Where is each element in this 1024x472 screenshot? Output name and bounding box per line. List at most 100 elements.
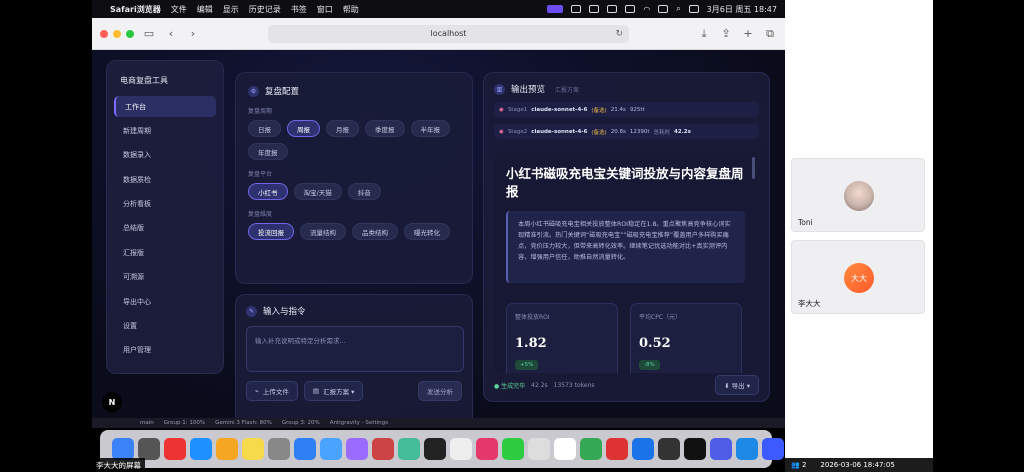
export-button[interactable]: ⬇ 导出 ▾ [715, 375, 759, 395]
stage2-tokens: 12390t [629, 128, 650, 135]
command-actions: ⌁ 上传文件 ▤ 汇报方案 ▾ 发送分析 [246, 381, 462, 401]
app-icon[interactable] [736, 438, 758, 460]
screen-share-icon[interactable] [547, 5, 564, 13]
status-item[interactable]: Gemini 3 Flash: 80% [215, 420, 272, 426]
sidebar-item-workspace[interactable]: 工作台 [114, 96, 216, 117]
chrome-icon[interactable] [580, 438, 602, 460]
app-icon[interactable] [554, 438, 576, 460]
battery-icon[interactable] [658, 5, 669, 13]
menu-bookmarks[interactable]: 书签 [291, 4, 307, 15]
app-icon[interactable] [138, 438, 160, 460]
send-analysis-button[interactable]: 发送分析 [418, 381, 462, 401]
menubar-clock[interactable]: 3月6日 周五 18:47 [707, 4, 777, 15]
sidebar-item-user-management[interactable]: 用户管理 [114, 340, 216, 361]
close-window-icon[interactable] [100, 29, 108, 38]
app-icon[interactable] [320, 438, 342, 460]
status-icon[interactable] [607, 5, 618, 13]
chip-dimension-exposure[interactable]: 曝光转化 [404, 223, 450, 240]
sidebar-item-dashboard[interactable]: 分析看板 [114, 194, 216, 215]
period-label: 复盘周期 [248, 108, 273, 115]
wifi-icon[interactable]: ◠ [643, 5, 650, 14]
app-icon[interactable] [762, 438, 784, 460]
menu-window[interactable]: 窗口 [317, 4, 333, 15]
wps-icon[interactable] [606, 438, 628, 460]
sidebar-toggle-icon[interactable]: ▭ [142, 27, 156, 40]
chip-period-annual[interactable]: 年度报 [248, 143, 288, 160]
chip-period-quarterly[interactable]: 季度报 [365, 120, 405, 137]
app-store-icon[interactable] [294, 438, 316, 460]
chip-period-half-year[interactable]: 半年报 [410, 120, 450, 137]
upload-file-button[interactable]: ⌁ 上传文件 [246, 381, 298, 401]
app-icon[interactable] [268, 438, 290, 460]
participant-count[interactable]: 👥 2 [791, 461, 806, 469]
chip-dimension-category[interactable]: 品类结构 [352, 223, 398, 240]
menu-edit[interactable]: 编辑 [197, 4, 213, 15]
control-center-icon[interactable] [688, 5, 699, 13]
safari-icon[interactable] [190, 438, 212, 460]
status-icon[interactable] [589, 5, 600, 13]
menu-view[interactable]: 显示 [223, 4, 239, 15]
sidebar-item-data-qc[interactable]: 数据质检 [114, 169, 216, 190]
chip-period-daily[interactable]: 日报 [248, 120, 281, 137]
generation-time: 42.2s [531, 381, 548, 389]
sidebar-item-report[interactable]: 汇报版 [114, 242, 216, 263]
menu-help[interactable]: 帮助 [343, 4, 359, 15]
chip-dimension-roi[interactable]: 投流回报 [248, 223, 294, 240]
instruction-input[interactable]: 输入补充说明或特定分析需求... [246, 326, 464, 372]
photos-icon[interactable] [216, 438, 238, 460]
preview-scrollbar[interactable] [752, 157, 755, 179]
status-icon[interactable] [625, 5, 636, 13]
participant-tile[interactable]: 大大 李大大 [791, 240, 925, 314]
chip-dimension-traffic[interactable]: 流量结构 [300, 223, 346, 240]
sidebar-item-summary[interactable]: 总结版 [114, 218, 216, 239]
status-item[interactable]: Group 1: 100% [164, 420, 205, 426]
capcut-icon[interactable] [424, 438, 446, 460]
download-icon[interactable]: ⤓ [697, 27, 711, 41]
figma-icon[interactable] [684, 438, 706, 460]
chrome-icon[interactable] [398, 438, 420, 460]
new-tab-icon[interactable]: + [741, 27, 755, 40]
forward-icon[interactable]: › [186, 27, 200, 40]
participant-tile[interactable]: Toni [791, 158, 925, 232]
sidebar-item-traceable[interactable]: 可溯源 [114, 267, 216, 288]
report-preview[interactable]: 小红书磁吸充电宝关键词投放与内容复盘周报 本周小红书磁吸充电宝相关投放整体ROI… [494, 153, 757, 373]
menubar-app-name[interactable]: Safari浏览器 [110, 4, 161, 15]
address-bar[interactable]: localhost ↻ [268, 24, 629, 43]
back-icon[interactable]: ‹ [164, 27, 178, 40]
status-item[interactable]: Antigravity - Settings [330, 420, 388, 426]
report-scheme-select[interactable]: ▤ 汇报方案 ▾ [303, 381, 364, 401]
app-icon[interactable] [476, 438, 498, 460]
dev-badge[interactable]: N [102, 392, 122, 412]
share-icon[interactable]: ⇪ [719, 27, 733, 40]
tab-overview-icon[interactable]: ⧉ [763, 27, 777, 41]
status-item[interactable]: Group 3: 20% [282, 420, 320, 426]
sidebar-item-new-cycle[interactable]: 新建周期 [114, 120, 216, 141]
notes-icon[interactable] [242, 438, 264, 460]
app-icon[interactable] [528, 438, 550, 460]
app-icon[interactable] [632, 438, 654, 460]
sidebar-item-settings[interactable]: 设置 [114, 316, 216, 337]
app-icon[interactable] [346, 438, 368, 460]
menu-history[interactable]: 历史记录 [249, 4, 281, 15]
chip-period-weekly[interactable]: 周报 [287, 120, 320, 137]
app-icon[interactable] [450, 438, 472, 460]
search-icon[interactable]: ⌕ [676, 4, 680, 14]
wechat-icon[interactable] [571, 5, 582, 13]
app-icon[interactable] [658, 438, 680, 460]
menu-file[interactable]: 文件 [171, 4, 187, 15]
reload-icon[interactable]: ↻ [615, 29, 623, 39]
app-icon[interactable] [372, 438, 394, 460]
chip-platform-xiaohongshu[interactable]: 小红书 [248, 183, 288, 200]
app-icon[interactable] [710, 438, 732, 460]
sidebar-item-data-entry[interactable]: 数据录入 [114, 145, 216, 166]
launchpad-icon[interactable] [164, 438, 186, 460]
finder-icon[interactable] [112, 438, 134, 460]
chip-period-monthly[interactable]: 月报 [326, 120, 359, 137]
chip-platform-douyin[interactable]: 抖音 [347, 183, 381, 200]
status-branch[interactable]: main [140, 420, 154, 426]
chip-platform-taobao[interactable]: 淘宝/天猫 [293, 183, 342, 200]
fullscreen-window-icon[interactable] [126, 29, 134, 38]
minimize-window-icon[interactable] [113, 29, 121, 38]
sidebar-item-export-center[interactable]: 导出中心 [114, 291, 216, 312]
wechat-dock-icon[interactable] [502, 438, 524, 460]
